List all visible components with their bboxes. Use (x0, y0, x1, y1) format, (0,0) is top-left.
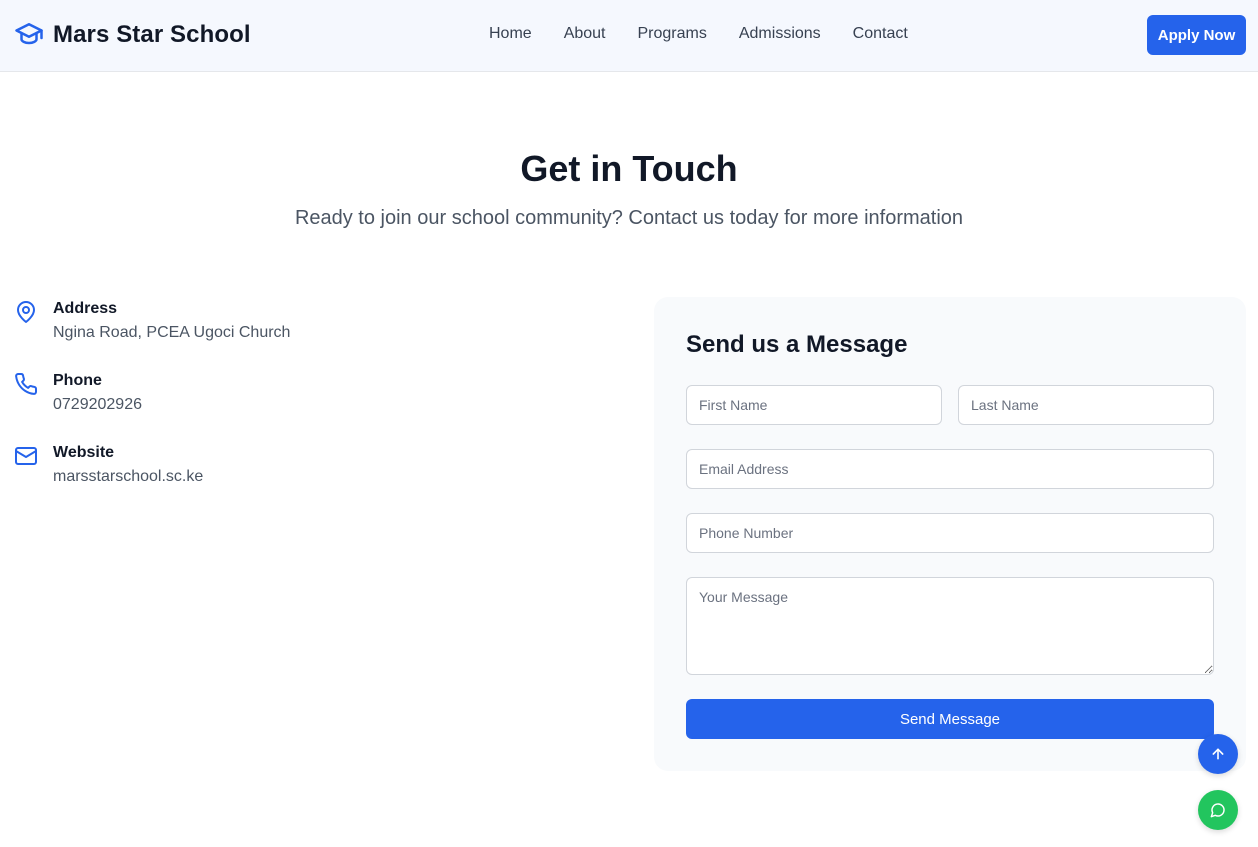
nav-programs[interactable]: Programs (638, 24, 707, 44)
brand-logo[interactable]: Mars Star School (14, 20, 251, 50)
last-name-input[interactable] (958, 385, 1214, 425)
phone-input[interactable] (686, 513, 1214, 553)
page-subtitle: Ready to join our school community? Cont… (294, 207, 964, 229)
nav-about[interactable]: About (564, 24, 606, 44)
scroll-to-top-button[interactable] (1198, 734, 1238, 774)
send-message-button[interactable]: Send Message (686, 699, 1214, 739)
first-name-input[interactable] (686, 385, 942, 425)
phone-icon (14, 372, 38, 396)
website-label: Website (53, 444, 115, 461)
message-textarea[interactable] (686, 577, 1214, 675)
mail-icon (14, 444, 38, 468)
brand-name: Mars Star School (53, 21, 251, 48)
main-nav: Home About Programs Admissions Contact (489, 24, 940, 44)
form-title: Send us a Message (686, 331, 908, 358)
address-value: Ngina Road, PCEA Ugoci Church (53, 324, 291, 341)
arrow-up-icon (1210, 746, 1226, 762)
apply-now-button[interactable]: Apply Now (1147, 15, 1246, 55)
website-value: marsstarschool.sc.ke (53, 468, 204, 485)
contact-form: Send us a Message Send Message (654, 297, 1246, 771)
map-pin-icon (14, 300, 38, 324)
phone-label: Phone (53, 372, 102, 389)
phone-value: 0729202926 (53, 396, 142, 413)
chat-bubble-icon (1210, 802, 1226, 818)
nav-admissions[interactable]: Admissions (739, 24, 821, 44)
nav-contact[interactable]: Contact (853, 24, 908, 44)
chat-button[interactable] (1198, 790, 1238, 830)
site-header: Mars Star School Home About Programs Adm… (0, 0, 1258, 72)
email-input[interactable] (686, 449, 1214, 489)
nav-home[interactable]: Home (489, 24, 532, 44)
address-label: Address (53, 300, 118, 317)
graduation-cap-icon (14, 18, 44, 53)
page-title: Get in Touch (520, 148, 738, 189)
